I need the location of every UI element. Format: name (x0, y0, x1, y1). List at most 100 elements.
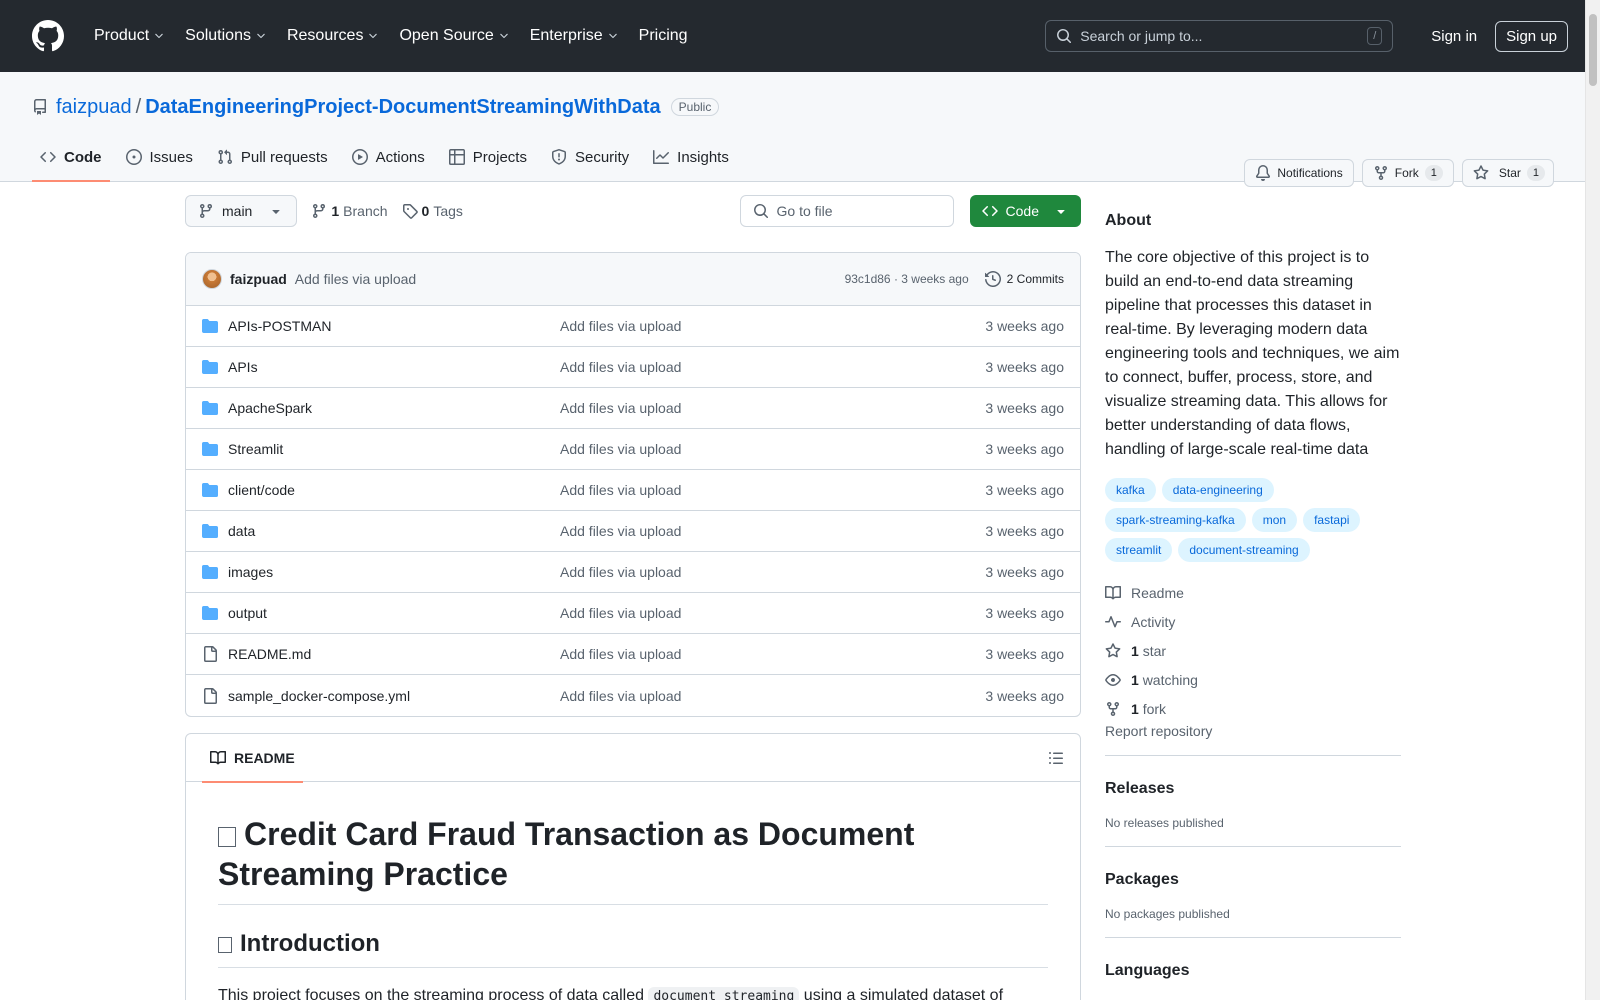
file-commit-link[interactable]: Add files via upload (560, 400, 985, 416)
readme-link[interactable]: Readme (1105, 578, 1401, 607)
nav-solutions[interactable]: Solutions (177, 21, 275, 51)
tab-projects[interactable]: Projects (441, 133, 535, 181)
file-row[interactable]: APIs Add files via upload 3 weeks ago (186, 347, 1080, 388)
code-button[interactable]: Code (969, 195, 1081, 227)
file-row[interactable]: ApacheSpark Add files via upload 3 weeks a… (186, 388, 1080, 429)
file-commit-link[interactable]: Add files via upload (560, 318, 985, 334)
list-unordered-icon[interactable] (1048, 750, 1064, 766)
file-name-link[interactable]: output (228, 605, 560, 621)
search-placeholder: Search or jump to... (1080, 28, 1203, 44)
branch-label: Branch (343, 203, 388, 219)
commit-message-link[interactable]: Add files via upload (295, 271, 416, 287)
file-name-link[interactable]: APIs-POSTMAN (228, 318, 560, 334)
file-commit-link[interactable]: Add files via upload (560, 688, 985, 704)
github-logo-icon[interactable] (32, 20, 64, 52)
global-nav: Product Solutions Resources Open Source … (86, 21, 696, 51)
topic-tag[interactable]: data-engineering (1161, 478, 1274, 502)
topic-tag[interactable]: document-streaming (1178, 538, 1310, 562)
folder-icon (202, 319, 218, 333)
file-row[interactable]: APIs-POSTMAN Add files via upload 3 weeks … (186, 306, 1080, 347)
branches-link[interactable]: 1 Branch (311, 203, 388, 219)
go-to-file-placeholder: Go to file (776, 203, 833, 219)
tab-issues[interactable]: Issues (118, 133, 201, 181)
file-name-link[interactable]: sample_docker-compose.yml (228, 688, 560, 704)
latest-commit: faizpuad Add files via upload 93c1d86 · … (186, 253, 1080, 306)
file-row[interactable]: client/code Add files via upload 3 weeks a… (186, 470, 1080, 511)
file-row[interactable]: data Add files via upload 3 weeks ago (186, 511, 1080, 552)
report-repository-link[interactable]: Report repository (1105, 723, 1212, 739)
file-commit-link[interactable]: Add files via upload (560, 359, 985, 375)
nav-enterprise[interactable]: Enterprise (522, 21, 627, 51)
nav-pricing[interactable]: Pricing (631, 21, 696, 51)
readme-link-label: Readme (1131, 584, 1184, 601)
page-scrollbar[interactable] (1585, 0, 1600, 1000)
tab-actions-label: Actions (375, 148, 425, 166)
file-row[interactable]: images Add files via upload 3 weeks ago (186, 552, 1080, 593)
tags-link[interactable]: 0 Tags (402, 203, 463, 219)
file-commit-link[interactable]: Add files via upload (560, 564, 985, 580)
scrollbar-thumb[interactable] (1589, 14, 1597, 86)
search-icon (1057, 29, 1072, 44)
file-commit-link[interactable]: Add files via upload (560, 482, 985, 498)
file-row[interactable]: Streamlit Add files via upload 3 weeks ago (186, 429, 1080, 470)
avatar[interactable] (202, 269, 222, 289)
topic-tag[interactable]: streamlit (1105, 538, 1173, 562)
repo-name-link[interactable]: DataEngineeringProject-DocumentStreaming… (145, 96, 660, 119)
repo-owner-link[interactable]: faizpuad (56, 96, 132, 119)
forks-link[interactable]: 1 fork (1105, 694, 1401, 723)
nav-product[interactable]: Product (86, 21, 173, 51)
file-row[interactable]: sample_docker-compose.yml Add files via u… (186, 675, 1080, 716)
readme-tab[interactable]: README (202, 734, 303, 783)
commit-author-link[interactable]: faizpuad (230, 271, 287, 287)
topic-tag[interactable]: kafka (1105, 478, 1156, 502)
file-navigation: main 1 Branch 0 Tags Go to file Code (185, 182, 1081, 240)
packages-heading[interactable]: Packages (1105, 871, 1401, 889)
tab-actions[interactable]: Actions (344, 133, 433, 181)
releases-heading[interactable]: Releases (1105, 780, 1401, 798)
nav-resources[interactable]: Resources (279, 21, 387, 51)
tab-security[interactable]: Security (543, 133, 637, 181)
watchers-link[interactable]: 1 watching (1105, 665, 1401, 694)
commits-link[interactable]: 2 Commits (984, 271, 1064, 287)
file-name-link[interactable]: Streamlit (228, 441, 560, 457)
repo-header: faizpuad / DataEngineeringProject-Docume… (0, 72, 1600, 187)
tab-pull-requests[interactable]: Pull requests (209, 133, 336, 181)
file-name-link[interactable]: APIs (228, 359, 560, 375)
tab-projects-label: Projects (472, 148, 527, 166)
tab-insights[interactable]: Insights (645, 133, 737, 181)
languages-heading: Languages (1105, 962, 1190, 979)
go-to-file-input[interactable]: Go to file (739, 195, 954, 227)
topic-tag[interactable]: fastapi (1303, 508, 1361, 532)
stars-link[interactable]: 1 star (1105, 636, 1401, 665)
file-name-link[interactable]: README.md (228, 646, 560, 662)
file-commit-link[interactable]: Add files via upload (560, 441, 985, 457)
file-commit-link[interactable]: Add files via upload (560, 523, 985, 539)
activity-link[interactable]: Activity (1105, 607, 1401, 636)
topics-list: kafka data-engineering spark-streaming-kaf… (1105, 478, 1401, 562)
file-row[interactable]: README.md Add files via upload 3 weeks ago (186, 634, 1080, 675)
topic-tag[interactable]: spark-streaming-kafka (1105, 508, 1246, 532)
folder-icon (202, 401, 218, 415)
commit-meta[interactable]: 93c1d86 · 3 weeks ago (845, 272, 969, 286)
file-name-link[interactable]: data (228, 523, 560, 539)
file-commit-link[interactable]: Add files via upload (560, 605, 985, 621)
file-icon (204, 687, 217, 704)
tab-insights-label: Insights (677, 148, 729, 166)
main-content: main 1 Branch 0 Tags Go to file Code fai… (185, 182, 1081, 1000)
sign-up-button[interactable]: Sign up (1495, 20, 1568, 52)
file-row[interactable]: output Add files via upload 3 weeks ago (186, 593, 1080, 634)
file-name-link[interactable]: ApacheSpark (228, 400, 560, 416)
tag-icon (402, 204, 418, 219)
search-input[interactable]: Search or jump to... / (1045, 20, 1394, 52)
star-button[interactable]: Star 1 (1461, 159, 1554, 187)
tab-code[interactable]: Code (32, 133, 110, 182)
sign-in-link[interactable]: Sign in (1431, 28, 1477, 45)
branch-select-button[interactable]: main (185, 195, 298, 227)
file-name-link[interactable]: client/code (228, 482, 560, 498)
fork-icon (1107, 701, 1119, 716)
repo-icon (34, 99, 46, 115)
nav-open-source[interactable]: Open Source (391, 21, 517, 51)
topic-tag[interactable]: mon (1251, 508, 1298, 532)
file-commit-link[interactable]: Add files via upload (560, 646, 985, 662)
file-name-link[interactable]: images (228, 564, 560, 580)
